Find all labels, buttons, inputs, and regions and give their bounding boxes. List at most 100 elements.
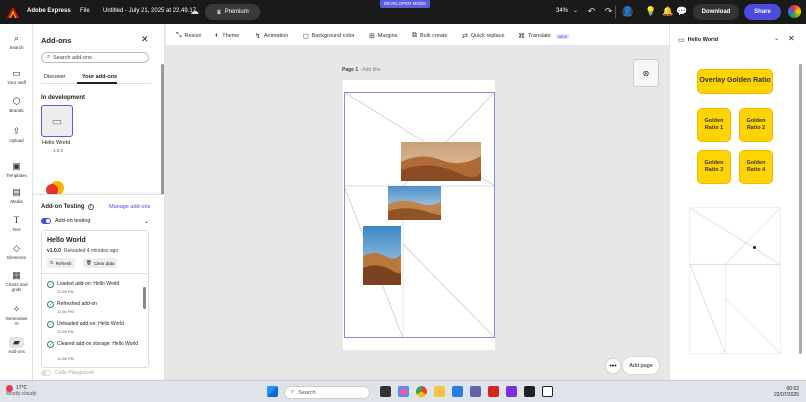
folder-icon: ▭ — [12, 68, 21, 78]
rail-label: Charts and grids — [5, 282, 28, 292]
rail-item-upload[interactable]: ⇪ Upload — [0, 126, 33, 143]
addon-tile[interactable]: ▭ — [41, 105, 73, 137]
manage-addons-link[interactable]: Manage add-ons — [109, 204, 150, 210]
golden-ratio-4-button[interactable]: Golden Ratio 4 — [739, 150, 773, 184]
close-icon[interactable]: ✕ — [141, 34, 149, 45]
resize-button[interactable]: ⤡ Resize — [176, 32, 201, 40]
taskbar-search[interactable]: ⌕ Search — [284, 386, 370, 399]
rail-item-charts[interactable]: ▦ Charts and grids — [0, 270, 33, 292]
file-explorer-icon[interactable] — [434, 386, 445, 397]
canvas-toolbar: ⤡ Resize ◐ Theme ↯ Animation ◻ Background co… — [166, 24, 669, 46]
panel-scrollbar[interactable] — [799, 64, 802, 354]
margins-button[interactable]: ⊞ Margins — [369, 32, 397, 40]
golden-ratio-3-button[interactable]: Golden Ratio 3 — [697, 150, 731, 184]
toggle-label: Add-on testing — [55, 218, 91, 224]
chevron-down-icon[interactable]: ⌄ — [570, 6, 581, 17]
page-title-placeholder[interactable]: - Add title — [358, 67, 381, 73]
check-circle-icon: ✓ — [47, 301, 54, 308]
comment-icon[interactable]: 💬 — [676, 6, 687, 17]
redo-icon[interactable]: ↷ — [603, 6, 614, 17]
text-icon: T — [13, 215, 20, 225]
charts-icon: ▦ — [12, 270, 21, 280]
chrome-icon[interactable] — [416, 386, 427, 397]
avatar[interactable] — [788, 5, 801, 18]
more-options-icon[interactable]: ••• — [606, 359, 620, 373]
acrobat-icon[interactable] — [488, 386, 499, 397]
tab-your-addons[interactable]: Your add-ons — [82, 74, 117, 80]
rail-item-generative-ai[interactable]: ✧ Generative AI — [0, 304, 33, 326]
clear-data-button[interactable]: 🗑 Clear data — [83, 258, 118, 268]
quick-replace-button[interactable]: ⇄ Quick replace — [462, 32, 505, 40]
file-menu[interactable]: File — [80, 8, 90, 14]
zoom-level[interactable]: 34% — [556, 8, 568, 14]
golden-ratio-1-button[interactable]: Golden Ratio 1 — [697, 108, 731, 142]
addon-testing-toggle[interactable] — [41, 218, 51, 224]
clock-date: 22/07/2025 — [774, 392, 800, 398]
rail-item-media[interactable]: ▤ Media — [0, 187, 33, 204]
addon-testing-toggle-row[interactable]: Add-on testing ⌄ — [41, 216, 149, 226]
system-clock[interactable]: 00:02 22/07/2025 — [774, 386, 799, 398]
teams-icon[interactable] — [470, 386, 481, 397]
card-version: v1.0.0 — [47, 248, 61, 254]
rail-label: Media — [10, 199, 23, 204]
tool-label: Quick replace — [470, 33, 505, 39]
page-label[interactable]: Page 1 - Add title — [342, 67, 380, 73]
add-page-button[interactable]: Add page — [623, 357, 659, 374]
rail-label: Search — [9, 45, 24, 50]
background-color-button[interactable]: ◻ Background color — [303, 32, 355, 40]
translate-button[interactable]: ⌘ Translate NEW — [518, 32, 570, 40]
rail-item-text[interactable]: T Text — [0, 215, 33, 232]
copilot-icon[interactable] — [398, 386, 409, 397]
tool-label: Animation — [263, 33, 289, 39]
weather-widget[interactable]: 17°C Mostly cloudy — [6, 385, 36, 397]
card-title: Hello World — [47, 237, 86, 244]
share-button[interactable]: Share — [744, 4, 781, 20]
bulk-create-button[interactable]: ⧉ Bulk create — [412, 32, 448, 40]
chevron-down-icon[interactable]: ⌄ — [774, 35, 779, 42]
chevron-down-icon[interactable]: ⌄ — [144, 218, 149, 225]
lightbulb-icon[interactable]: 💡 — [645, 6, 656, 17]
rail-item-addons[interactable]: ▰ Add-ons — [0, 337, 33, 354]
premium-button[interactable]: ♛ Premium — [205, 4, 260, 20]
task-view-icon[interactable] — [380, 386, 391, 397]
rail-item-brands[interactable]: ⬡ Brands — [0, 96, 33, 113]
addon-floating-icon[interactable]: ⊛ — [633, 59, 659, 87]
document-title[interactable]: Untitled - July 21, 2025 at 22.49.17 — [103, 8, 196, 14]
rail-label: Templates — [6, 173, 27, 178]
undo-icon[interactable]: ↶ — [586, 6, 597, 17]
code-playground-row[interactable]: Code Playground — [41, 370, 94, 376]
panel-header: ▭ Hello World — [678, 36, 718, 44]
rail-item-templates[interactable]: ▣ Templates — [0, 161, 33, 178]
close-icon[interactable]: ✕ — [788, 34, 795, 43]
overlay-golden-ratio-button[interactable]: Overlay Golden Ratio — [697, 69, 773, 94]
visual-studio-icon[interactable] — [506, 386, 517, 397]
info-icon[interactable]: i — [87, 204, 94, 210]
refresh-button[interactable]: ↻ Refresh — [47, 258, 75, 268]
selection-frame — [344, 92, 495, 338]
adobe-express-logo[interactable] — [7, 7, 19, 18]
windows-start-icon[interactable] — [267, 386, 278, 397]
tool-label: Resize — [184, 33, 202, 39]
check-circle-icon: ✓ — [47, 341, 54, 348]
code-playground-toggle[interactable] — [41, 370, 51, 376]
animation-button[interactable]: ↯ Animation — [255, 32, 288, 40]
theme-button[interactable]: ◐ Theme — [215, 32, 239, 39]
golden-ratio-2-button[interactable]: Golden Ratio 2 — [739, 108, 773, 142]
rail-item-elements[interactable]: ◇ Elements — [0, 243, 33, 260]
check-circle-icon: ✓ — [47, 321, 54, 328]
user-icon[interactable]: 👤 — [622, 6, 633, 17]
search-input[interactable]: ⌕ Search add-ons — [41, 52, 149, 63]
app-icon[interactable] — [542, 386, 553, 397]
code-playground-label: Code Playground — [55, 370, 94, 376]
rail-item-your-stuff[interactable]: ▭ Your stuff — [0, 68, 33, 85]
bell-icon[interactable]: 🔔 — [662, 6, 673, 17]
log-scrollbar[interactable] — [143, 287, 146, 309]
terminal-icon[interactable] — [524, 386, 535, 397]
rail-item-search[interactable]: ⌕ Search — [0, 33, 33, 50]
download-button[interactable]: Download — [693, 4, 739, 20]
rail-label: Text — [12, 227, 21, 232]
upload-icon: ⇪ — [12, 126, 21, 136]
mail-icon[interactable] — [452, 386, 463, 397]
tab-discover[interactable]: Discover — [44, 74, 65, 80]
generative-ai-icon: ✧ — [12, 304, 21, 314]
